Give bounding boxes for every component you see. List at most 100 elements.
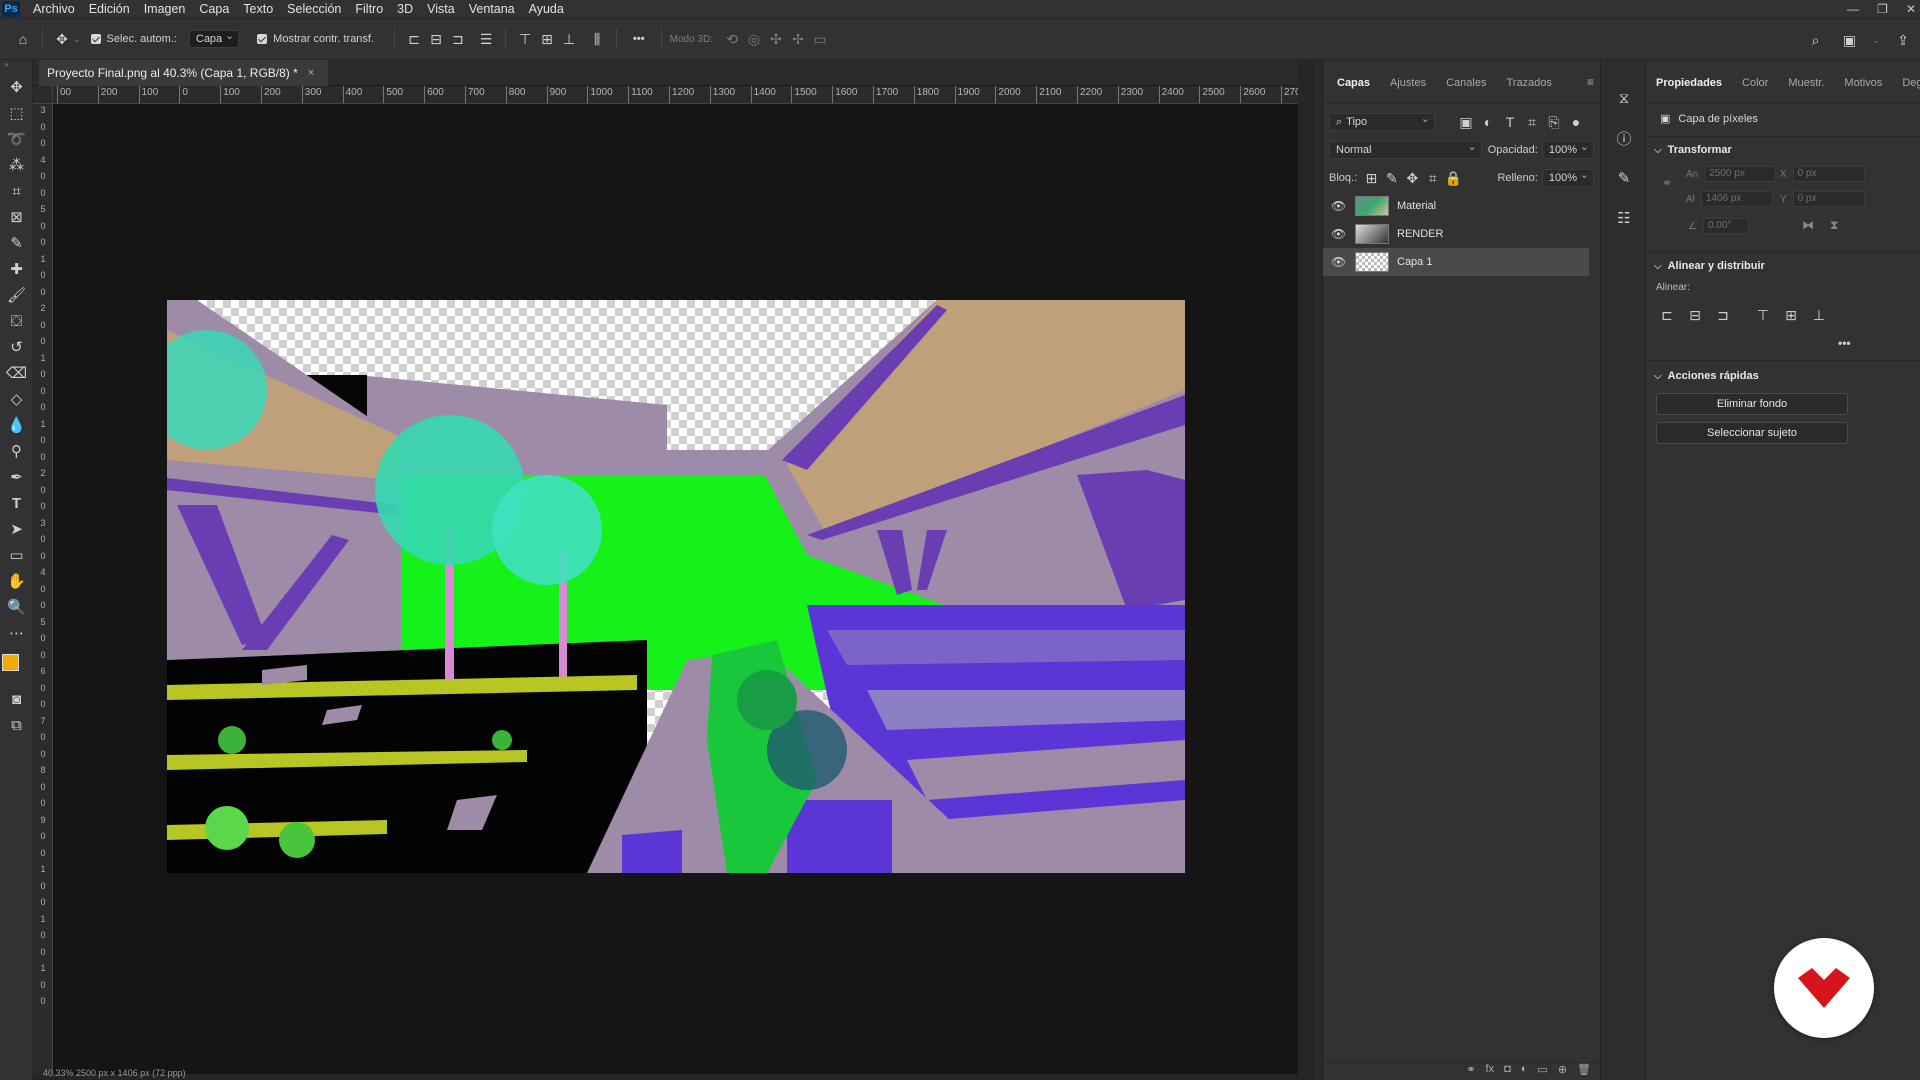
align-left-icon[interactable]: ⊏: [1656, 304, 1678, 326]
horizontal-ruler[interactable]: 00 200 100 0 100 200 300 400 500 600 700 800 900 1000…: [53, 86, 1298, 104]
ruler-origin[interactable]: [33, 86, 53, 104]
auto-select-option[interactable]: Selec. autom.:: [90, 33, 177, 45]
menu-filtro[interactable]: Filtro: [348, 0, 390, 18]
document-canvas[interactable]: [167, 300, 1185, 873]
flip-horizontal-icon[interactable]: ⧓: [1802, 218, 1814, 232]
height-field[interactable]: Al 1406 px: [1686, 191, 1773, 207]
eye-icon[interactable]: 👁: [1331, 199, 1349, 213]
screen-mode-icon[interactable]: ⧉: [0, 712, 33, 738]
healing-brush-tool-icon[interactable]: ✚: [0, 256, 33, 282]
distribute-v-icon[interactable]: ⫼: [586, 28, 608, 50]
home-icon[interactable]: ⌂: [12, 28, 34, 50]
menu-texto[interactable]: Texto: [236, 0, 280, 18]
adjustment-layer-icon[interactable]: ◐: [1521, 1063, 1528, 1080]
type-tool-icon[interactable]: T: [0, 490, 33, 516]
tab-canales[interactable]: Canales: [1436, 77, 1496, 103]
orbit-3d-icon[interactable]: ⟲: [721, 28, 743, 50]
filter-type-icon[interactable]: T: [1499, 111, 1521, 133]
eraser-tool-icon[interactable]: ⌫: [0, 360, 33, 386]
blend-mode-select[interactable]: Normal: [1329, 140, 1482, 159]
move-tool-icon[interactable]: ✥: [51, 28, 73, 50]
pen-tool-icon[interactable]: ✒: [0, 464, 33, 490]
share-icon[interactable]: ⇪: [1892, 29, 1914, 51]
blur-tool-icon[interactable]: 💧: [0, 412, 33, 438]
menu-imagen[interactable]: Imagen: [137, 0, 193, 18]
eye-icon[interactable]: 👁: [1331, 227, 1349, 241]
tab-motivos[interactable]: Motivos: [1834, 77, 1892, 103]
align-middle-v-icon[interactable]: ⊞: [536, 28, 558, 50]
menu-seleccion[interactable]: Selección: [280, 0, 348, 18]
align-bottom-icon[interactable]: ⊥: [1808, 304, 1830, 326]
lock-all-icon[interactable]: 🔒: [1443, 167, 1463, 189]
tab-ajustes[interactable]: Ajustes: [1380, 77, 1436, 103]
width-field[interactable]: An 2500 px: [1686, 166, 1777, 182]
new-layer-icon[interactable]: ⊕: [1558, 1063, 1567, 1080]
canvas-scrollbar[interactable]: [1298, 86, 1314, 1074]
fill-input[interactable]: 100%: [1541, 168, 1594, 187]
y-input[interactable]: 0 px: [1792, 191, 1865, 207]
zoom-tool-icon[interactable]: 🔍: [0, 594, 33, 620]
restore-button[interactable]: ❐: [1877, 0, 1888, 18]
align-top-icon[interactable]: ⊤: [514, 28, 536, 50]
fx-icon[interactable]: fx: [1486, 1063, 1495, 1080]
tab-propiedades[interactable]: Propiedades: [1646, 77, 1732, 103]
menu-ventana[interactable]: Ventana: [462, 0, 522, 18]
show-transform-option[interactable]: Mostrar contr. transf.: [257, 33, 374, 45]
layer-row-material[interactable]: 👁 Material: [1323, 192, 1589, 220]
align-left-icon[interactable]: ⊏: [403, 28, 425, 50]
history-icon[interactable]: ⧖: [1601, 78, 1647, 118]
roll-3d-icon[interactable]: ◎: [743, 28, 765, 50]
link-proportions-icon[interactable]: ⚭: [1662, 176, 1672, 190]
align-center-h-icon[interactable]: ⊟: [1684, 304, 1706, 326]
show-transform-checkbox[interactable]: [257, 34, 268, 44]
camera-3d-icon[interactable]: ▭: [809, 28, 831, 50]
frame-tool-icon[interactable]: ⊠: [0, 204, 33, 230]
close-tab-icon[interactable]: ×: [308, 67, 314, 79]
pan-3d-icon[interactable]: ✣: [765, 28, 787, 50]
search-icon[interactable]: ⌕: [1804, 29, 1826, 51]
workspace-chevron-icon[interactable]: ⌄: [1872, 35, 1880, 46]
tool-preset-chevron-icon[interactable]: ⌄: [73, 34, 81, 45]
close-window-button[interactable]: ✕: [1906, 0, 1916, 18]
align-center-h-icon[interactable]: ⊟: [425, 28, 447, 50]
tab-muestras[interactable]: Muestr.: [1778, 77, 1834, 103]
filter-toggle-icon[interactable]: ●: [1565, 111, 1587, 133]
magic-wand-tool-icon[interactable]: ⁂: [0, 152, 33, 178]
quick-mask-icon[interactable]: ◙: [0, 686, 33, 712]
layer-row-render[interactable]: 👁 RENDER: [1323, 220, 1589, 248]
width-input[interactable]: 2500 px: [1704, 166, 1777, 182]
layer-row-capa-1[interactable]: 👁 Capa 1: [1323, 248, 1589, 276]
angle-input[interactable]: 0.00°: [1702, 218, 1749, 234]
tab-capas[interactable]: Capas: [1327, 77, 1380, 103]
x-input[interactable]: 0 px: [1792, 166, 1865, 182]
menu-archivo[interactable]: Archivo: [26, 0, 82, 18]
dodge-tool-icon[interactable]: ⚲: [0, 438, 33, 464]
lock-image-icon[interactable]: ✎: [1382, 167, 1402, 189]
document-tab[interactable]: Proyecto Final.png al 40.3% (Capa 1, RGB…: [39, 60, 329, 86]
filter-shape-icon[interactable]: ⌗: [1521, 111, 1543, 133]
quick-actions-section[interactable]: ⌵ Acciones rápidas: [1646, 362, 1759, 382]
canvas-area[interactable]: [53, 104, 1298, 1074]
slide-3d-icon[interactable]: ✢: [787, 28, 809, 50]
menu-3d[interactable]: 3D: [390, 0, 420, 18]
brush-tool-icon[interactable]: 🖌: [0, 282, 33, 308]
paint-bucket-tool-icon[interactable]: ◇: [0, 386, 33, 412]
link-layers-icon[interactable]: ⚭: [1466, 1063, 1475, 1080]
remove-background-button[interactable]: Eliminar fondo: [1656, 393, 1848, 415]
menu-vista[interactable]: Vista: [420, 0, 462, 18]
history-brush-tool-icon[interactable]: ↺: [0, 334, 33, 360]
lock-transparent-icon[interactable]: ⊞: [1361, 167, 1381, 189]
tab-trazados[interactable]: Trazados: [1496, 77, 1561, 103]
transform-section[interactable]: ⌵ Transformar: [1646, 136, 1732, 156]
align-middle-v-icon[interactable]: ⊞: [1780, 304, 1802, 326]
align-more-button[interactable]: •••: [1838, 336, 1851, 350]
menu-ayuda[interactable]: Ayuda: [522, 0, 571, 18]
marquee-tool-icon[interactable]: ⬚: [0, 100, 33, 126]
info-icon[interactable]: ⓘ: [1601, 118, 1647, 158]
move-tool-icon[interactable]: ✥: [0, 74, 33, 100]
x-field[interactable]: X 0 px: [1780, 166, 1865, 182]
eye-icon[interactable]: 👁: [1331, 255, 1349, 269]
filter-pixel-icon[interactable]: ▣: [1455, 111, 1477, 133]
foreground-color-swatch[interactable]: [2, 654, 19, 671]
delete-layer-icon[interactable]: 🗑: [1577, 1063, 1591, 1080]
